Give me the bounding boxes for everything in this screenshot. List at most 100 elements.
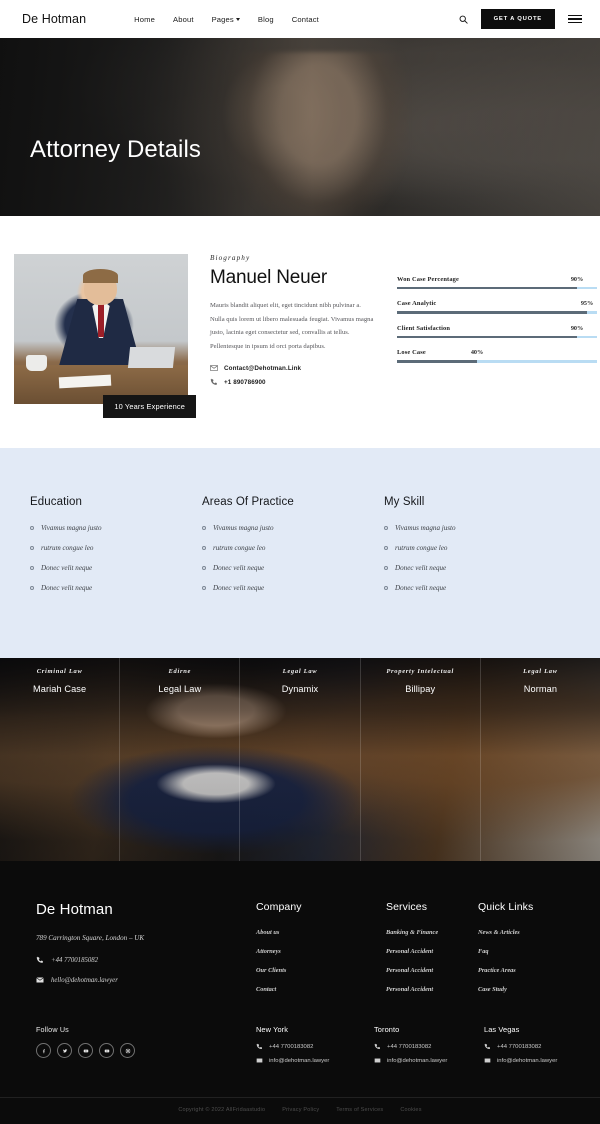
list-item[interactable]: Vivamus magna justo (30, 524, 190, 532)
skill-fill (397, 335, 577, 339)
team-card-5[interactable]: Legal Law Norman (481, 658, 600, 861)
list-item-label: Donec velit neque (213, 564, 265, 572)
office-phone[interactable]: +44 7700183082 (374, 1043, 484, 1050)
footer-link[interactable]: Case Study (478, 986, 578, 993)
skill-row: Client Satisfaction 90% (397, 324, 597, 339)
attorney-photo-wrapper: 10 Years Experience (14, 254, 196, 418)
circle-bullet-icon (384, 586, 388, 590)
skill-label: Won Case Percentage (397, 276, 460, 283)
list-item[interactable]: Donec velit neque (384, 584, 600, 592)
hamburger-icon[interactable] (568, 14, 582, 24)
footer-link[interactable]: Personal Accident (386, 948, 478, 955)
footer-link[interactable]: Banking & Finance (386, 929, 478, 936)
instagram-icon[interactable] (120, 1043, 135, 1058)
circle-bullet-icon (30, 526, 34, 530)
skill-value: 90% (570, 324, 584, 332)
footer-phone[interactable]: +44 7700185082 (36, 956, 256, 964)
copyright-text: Copyright © 2022 AllFridaastudio (178, 1107, 266, 1113)
team-card-2[interactable]: Edirne Legal Law (120, 658, 241, 861)
team-card-3[interactable]: Legal Law Dynamix (240, 658, 361, 861)
nav-item-home[interactable]: Home (134, 15, 155, 24)
office-new-york: New York +44 7700183082 info@dehotman.la… (256, 1025, 374, 1071)
twitter-icon[interactable] (57, 1043, 72, 1058)
footer-email[interactable]: hello@dehotman.lawyer (36, 976, 256, 984)
office-email[interactable]: info@dehotman.lawyer (484, 1057, 594, 1064)
team-role: Criminal Law (36, 668, 83, 675)
envelope-icon (484, 1058, 491, 1063)
brand-logo[interactable]: De Hotman (22, 12, 86, 26)
list-item-label: Donec velit neque (213, 584, 265, 592)
footer-link[interactable]: Practice Areas (478, 967, 578, 974)
footer-link[interactable]: Personal Accident (386, 967, 478, 974)
office-phone[interactable]: +44 7700183082 (256, 1043, 374, 1050)
office-email[interactable]: info@dehotman.lawyer (256, 1057, 374, 1064)
get-a-quote-button[interactable]: GET A QUOTE (480, 9, 555, 29)
attorney-name: Manuel Neuer (210, 267, 327, 288)
list-item[interactable]: rutrum congue leo (30, 544, 190, 552)
footer-brand-column: De Hotman 789 Carrington Square, London … (36, 901, 256, 1005)
legal-link-privacy-policy[interactable]: Privacy Policy (282, 1107, 319, 1113)
nav-label: Contact (291, 14, 319, 24)
footer-link[interactable]: Faq (478, 948, 578, 955)
list-item-label: rutrum congue leo (41, 544, 94, 552)
footer-link[interactable]: Personal Accident (386, 986, 478, 993)
team-name: Mariah Case (33, 684, 87, 694)
list-item[interactable]: Donec velit neque (202, 584, 380, 592)
search-icon[interactable] (459, 15, 468, 24)
skill-fill (397, 360, 477, 363)
list-item-label: Donec velit neque (395, 584, 447, 592)
contact-phone[interactable]: +1 890786900 (210, 378, 375, 386)
footer-column-title: Quick Links (478, 901, 534, 913)
list-item[interactable]: Donec velit neque (30, 564, 190, 572)
nav-label: Pages (211, 14, 234, 24)
nav-label: Blog (257, 14, 274, 24)
list-item[interactable]: rutrum congue leo (384, 544, 600, 552)
team-card-1[interactable]: Criminal Law Mariah Case (0, 658, 121, 861)
chevron-down-icon (235, 18, 240, 21)
office-email-text: info@dehotman.lawyer (269, 1057, 330, 1064)
footer-link[interactable]: Attorneys (256, 948, 386, 955)
list-item[interactable]: Vivamus magna justo (202, 524, 380, 532)
footer-link[interactable]: News & Articles (478, 929, 578, 936)
footer-link[interactable]: Our Clients (256, 967, 386, 974)
page-title: Attorney Details (30, 136, 202, 163)
contact-email[interactable]: Contact@Dehotman.Link (210, 364, 375, 372)
team-name: Legal Law (158, 684, 202, 694)
footer-link[interactable]: Contact (256, 986, 386, 993)
team-name: Dynamix (281, 684, 319, 694)
nav-item-blog[interactable]: Blog (258, 15, 274, 24)
site-header: De Hotman Home About Pages Blog Contact … (0, 0, 600, 38)
office-phone-text: +44 7700183082 (269, 1043, 314, 1050)
legal-link-terms-of-services[interactable]: Terms of Services (336, 1107, 383, 1113)
list-item[interactable]: Donec velit neque (384, 564, 600, 572)
skill-label: Lose Case (397, 349, 426, 357)
phone-icon (36, 956, 43, 963)
envelope-icon (374, 1058, 381, 1063)
footer-link[interactable]: About us (256, 929, 386, 936)
nav-item-contact[interactable]: Contact (292, 15, 319, 24)
team-card-4[interactable]: Property Intelectual Billipay (361, 658, 481, 861)
footer-column-quick-links: Quick Links News & Articles Faq Practice… (478, 901, 578, 1005)
list-item-label: Vivamus magna justo (41, 524, 102, 532)
list-item[interactable]: Donec velit neque (30, 584, 190, 592)
youtube-icon[interactable] (99, 1043, 114, 1058)
nav-item-pages[interactable]: Pages (212, 15, 240, 24)
list-item[interactable]: Vivamus magna justo (384, 524, 600, 532)
list-item[interactable]: rutrum congue leo (202, 544, 380, 552)
footer-brand: De Hotman (36, 901, 113, 918)
team-role: Legal Law (282, 668, 318, 675)
office-email[interactable]: info@dehotman.lawyer (374, 1057, 484, 1064)
list-item[interactable]: Donec velit neque (202, 564, 380, 572)
facebook-icon[interactable] (36, 1043, 51, 1058)
team-grid: Criminal Law Mariah Case Edirne Legal La… (0, 658, 600, 861)
skill-track (397, 311, 597, 314)
experience-badge: 10 Years Experience (103, 395, 196, 418)
legal-link-cookies[interactable]: Cookies (400, 1107, 421, 1113)
hero-banner: Attorney Details (0, 38, 600, 216)
nav-item-about[interactable]: About (173, 15, 194, 24)
skill-label: Client Satisfaction (397, 324, 451, 332)
office-phone[interactable]: +44 7700183082 (484, 1043, 594, 1050)
youtube-icon[interactable] (78, 1043, 93, 1058)
circle-bullet-icon (202, 546, 206, 550)
circle-bullet-icon (202, 586, 206, 590)
